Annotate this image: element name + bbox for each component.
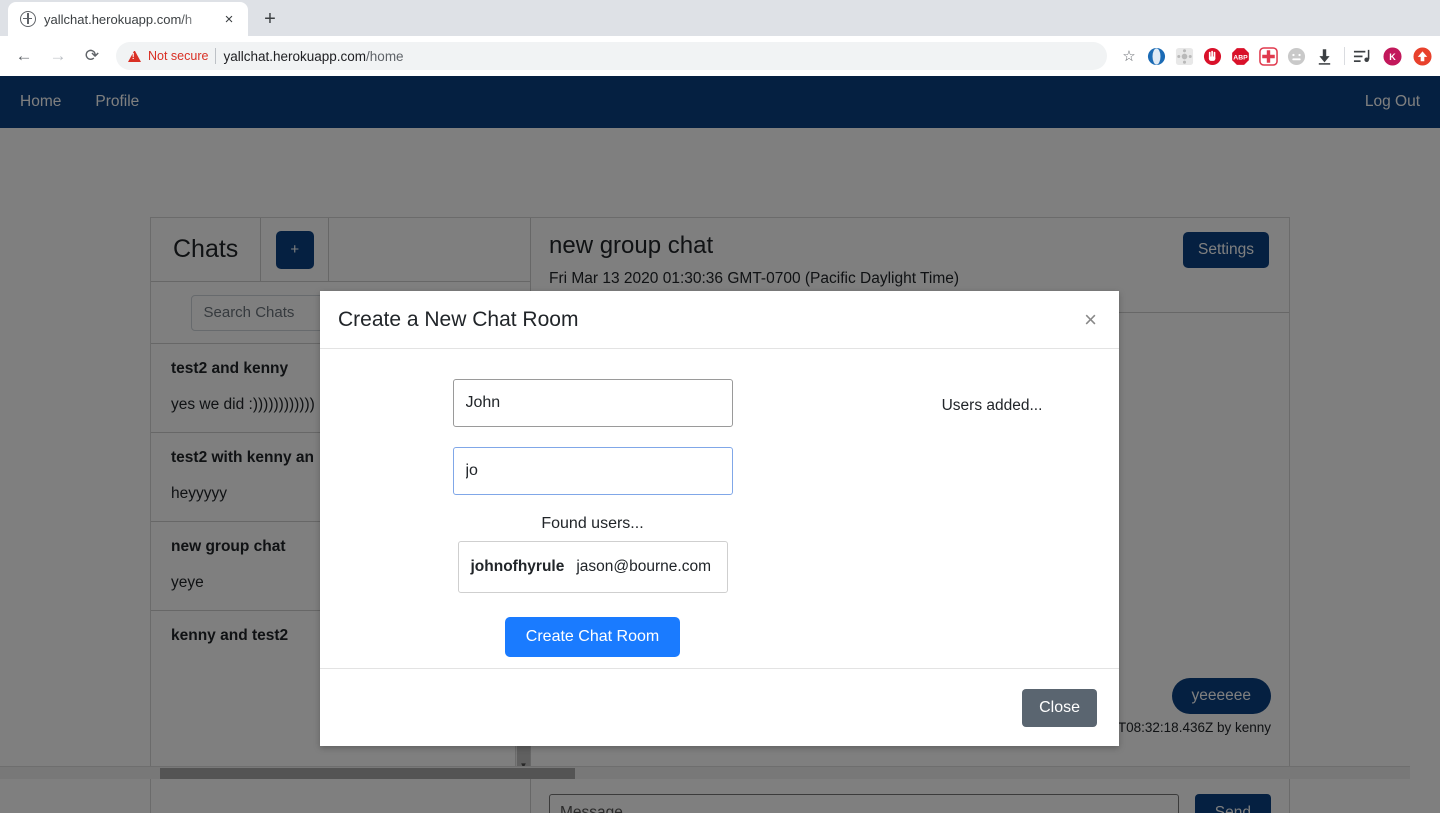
- address-bar-url: yallchat.herokuapp.com/home: [223, 49, 403, 64]
- bookmark-star-icon[interactable]: ☆: [1115, 42, 1143, 70]
- user-search-input[interactable]: [452, 447, 733, 495]
- users-added-label: Users added...: [941, 397, 1043, 414]
- media-list-icon[interactable]: [1353, 47, 1372, 66]
- globe-icon: [20, 11, 36, 27]
- toolbar-divider: [1344, 47, 1345, 65]
- modal-header: Create a New Chat Room ×: [320, 291, 1119, 349]
- back-icon[interactable]: ←: [8, 40, 40, 72]
- modal-form-column: Found users... johnofhyrule jason@bourne…: [320, 379, 865, 668]
- app-page: Home Profile Log Out Chats + test2 and k…: [0, 76, 1440, 813]
- download-icon[interactable]: [1315, 47, 1334, 66]
- tab-strip: yallchat.herokuapp.com/h × +: [0, 0, 1440, 36]
- found-user-email: jason@bourne.com: [576, 558, 712, 575]
- create-chat-room-button[interactable]: Create Chat Room: [504, 617, 681, 657]
- avatar[interactable]: K: [1383, 46, 1402, 66]
- modal-footer: Close: [320, 668, 1119, 746]
- room-name-input[interactable]: [452, 379, 733, 427]
- health-cross-icon[interactable]: [1259, 46, 1278, 66]
- modal-body: Found users... johnofhyrule jason@bourne…: [320, 349, 1119, 668]
- browser-tab[interactable]: yallchat.herokuapp.com/h ×: [8, 2, 248, 36]
- pixel-grid-icon[interactable]: [1175, 47, 1194, 66]
- new-tab-button[interactable]: +: [256, 5, 284, 33]
- browser-chrome: yallchat.herokuapp.com/h × + ← → ⟳ Not s…: [0, 0, 1440, 76]
- reload-icon[interactable]: ⟳: [76, 40, 108, 72]
- forward-icon[interactable]: →: [42, 40, 74, 72]
- url-path: /home: [366, 48, 404, 64]
- address-bar[interactable]: Not secure yallchat.herokuapp.com/home: [116, 42, 1107, 70]
- browser-toolbar: ← → ⟳ Not secure yallchat.herokuapp.com/…: [0, 36, 1440, 76]
- tab-title: yallchat.herokuapp.com/h: [44, 11, 193, 27]
- close-button[interactable]: Close: [1022, 688, 1097, 727]
- opera-touch-icon[interactable]: [1147, 47, 1166, 66]
- abp-icon[interactable]: ABP: [1231, 47, 1250, 66]
- create-chat-room-modal: Create a New Chat Room × Found users... …: [320, 291, 1119, 746]
- emoji-icon[interactable]: [1287, 47, 1306, 66]
- users-added-column: Users added...: [865, 379, 1119, 668]
- update-arrow-icon[interactable]: [1413, 46, 1432, 66]
- close-icon[interactable]: ×: [218, 8, 240, 30]
- warning-icon: [128, 50, 141, 62]
- extension-icons: ABP: [1147, 46, 1336, 66]
- found-user-username: johnofhyrule: [470, 558, 565, 575]
- divider: [215, 48, 217, 64]
- url-host: yallchat.herokuapp.com: [223, 48, 367, 64]
- svg-text:ABP: ABP: [1233, 54, 1248, 61]
- security-status: Not secure: [148, 49, 209, 63]
- found-user-result[interactable]: johnofhyrule jason@bourne.com: [457, 541, 728, 593]
- svg-text:K: K: [1389, 51, 1396, 61]
- close-icon[interactable]: ×: [1084, 308, 1097, 331]
- adblock-hand-icon[interactable]: [1203, 47, 1222, 66]
- found-users-label: Found users...: [541, 515, 644, 532]
- modal-title: Create a New Chat Room: [338, 307, 579, 331]
